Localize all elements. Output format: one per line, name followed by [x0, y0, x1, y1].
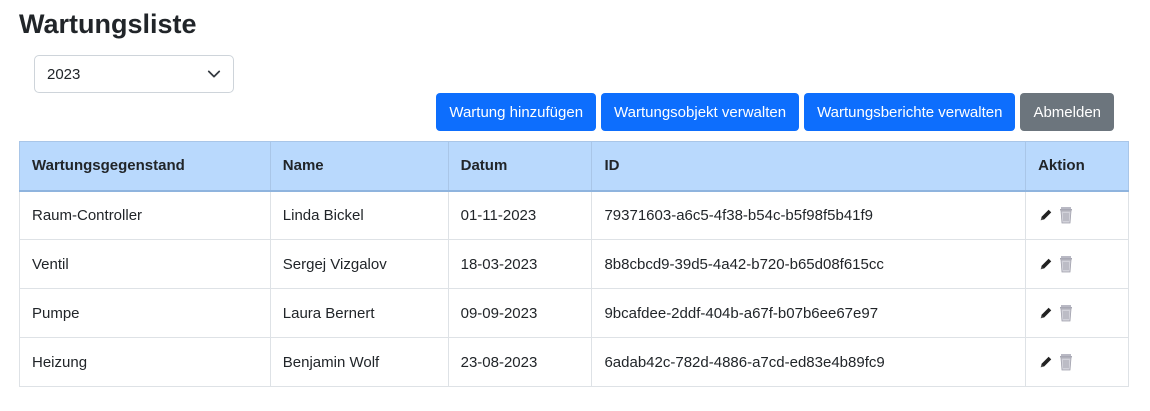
trash-icon[interactable]	[1058, 206, 1074, 224]
cell-item: Pumpe	[19, 288, 271, 338]
column-header-action: Aktion	[1025, 141, 1129, 192]
year-select-value: 2023	[47, 65, 81, 83]
cell-actions	[1025, 239, 1129, 289]
trash-icon[interactable]	[1058, 353, 1074, 371]
pencil-icon[interactable]	[1038, 206, 1054, 224]
column-header-item: Wartungsgegenstand	[19, 141, 271, 192]
pencil-icon[interactable]	[1038, 353, 1054, 371]
column-header-id: ID	[591, 141, 1027, 192]
column-header-name: Name	[269, 141, 449, 192]
cell-date: 09-09-2023	[447, 288, 593, 338]
pencil-icon[interactable]	[1038, 255, 1054, 273]
year-select[interactable]: 2023	[34, 55, 234, 93]
cell-item: Raum-Controller	[19, 190, 271, 240]
manage-maintenance-reports-button[interactable]: Wartungsberichte verwalten	[804, 93, 1016, 131]
cell-actions	[1025, 337, 1129, 387]
chevron-down-icon	[207, 70, 221, 78]
logout-button[interactable]: Abmelden	[1020, 93, 1114, 131]
cell-date: 01-11-2023	[447, 190, 593, 240]
cell-name: Linda Bickel	[269, 190, 449, 240]
manage-maintenance-object-button[interactable]: Wartungsobjekt verwalten	[601, 93, 800, 131]
cell-actions	[1025, 288, 1129, 338]
cell-id: 9bcafdee-2ddf-404b-a67f-b07b6ee67e97	[591, 288, 1027, 338]
cell-name: Sergej Vizgalov	[269, 239, 449, 289]
page-title: Wartungsliste	[19, 9, 197, 39]
maintenance-table-container: Wartungsgegenstand Name Datum ID Aktion …	[19, 141, 1129, 387]
cell-id: 79371603-a6c5-4f38-b54c-b5f98f5b41f9	[591, 190, 1027, 240]
cell-date: 23-08-2023	[447, 337, 593, 387]
table-row: Raum-Controller Linda Bickel 01-11-2023 …	[19, 190, 1129, 240]
maintenance-table: Wartungsgegenstand Name Datum ID Aktion …	[19, 141, 1129, 387]
trash-icon[interactable]	[1058, 255, 1074, 273]
trash-icon[interactable]	[1058, 304, 1074, 322]
cell-actions	[1025, 190, 1129, 240]
cell-item: Ventil	[19, 239, 271, 289]
add-maintenance-button[interactable]: Wartung hinzufügen	[436, 93, 597, 131]
toolbar: Wartung hinzufügen Wartungsobjekt verwal…	[436, 93, 1114, 131]
cell-name: Benjamin Wolf	[269, 337, 449, 387]
cell-name: Laura Bernert	[269, 288, 449, 338]
cell-id: 6adab42c-782d-4886-a7cd-ed83e4b89fc9	[591, 337, 1027, 387]
cell-item: Heizung	[19, 337, 271, 387]
table-row: Heizung Benjamin Wolf 23-08-2023 6adab42…	[19, 337, 1129, 387]
column-header-date: Datum	[447, 141, 593, 192]
cell-id: 8b8cbcd9-39d5-4a42-b720-b65d08f615cc	[591, 239, 1027, 289]
table-row: Pumpe Laura Bernert 09-09-2023 9bcafdee-…	[19, 288, 1129, 338]
pencil-icon[interactable]	[1038, 304, 1054, 322]
cell-date: 18-03-2023	[447, 239, 593, 289]
table-header-row: Wartungsgegenstand Name Datum ID Aktion	[19, 141, 1129, 192]
table-row: Ventil Sergej Vizgalov 18-03-2023 8b8cbc…	[19, 239, 1129, 289]
